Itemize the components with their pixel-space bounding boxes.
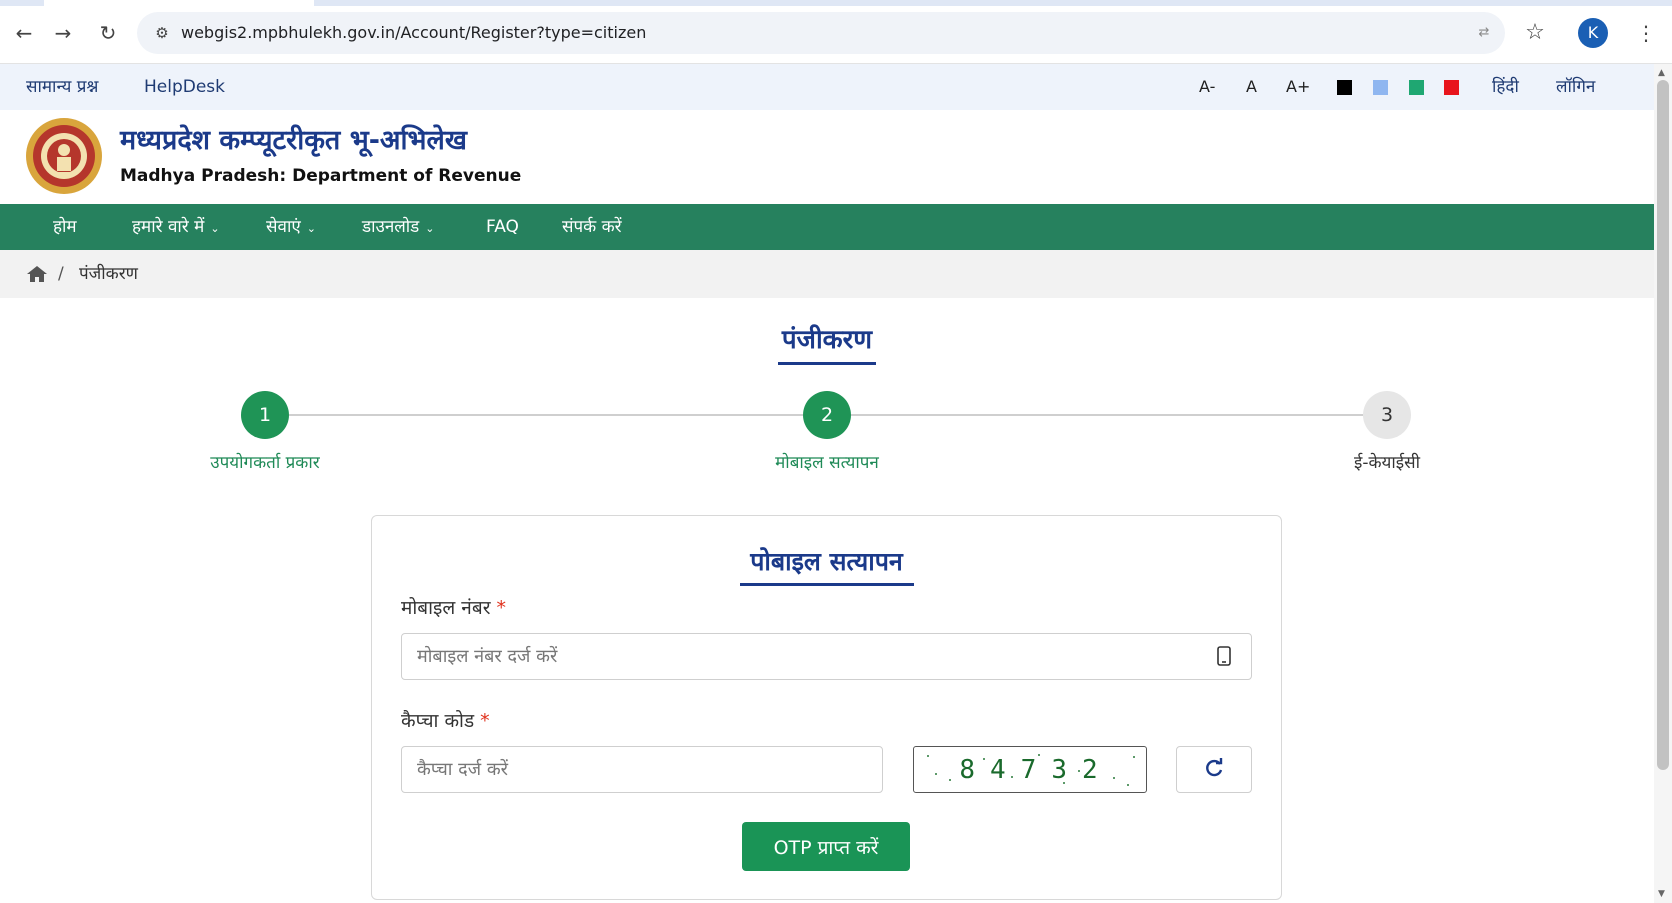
- card-title-underline: [740, 583, 914, 586]
- card-title: पोबाइल सत्यापन: [750, 547, 903, 576]
- step-2-circle: 2: [803, 391, 851, 439]
- step-3-circle: 3: [1363, 391, 1411, 439]
- scroll-up-icon[interactable]: ▲: [1658, 68, 1665, 78]
- language-toggle[interactable]: हिंदी: [1492, 64, 1519, 110]
- nav-item-faq[interactable]: FAQ: [486, 204, 519, 250]
- address-bar[interactable]: ⚙ webgis2.mpbhulekh.gov.in/Account/Regis…: [137, 12, 1505, 54]
- chevron-down-icon: ⌄: [210, 222, 220, 235]
- site-info-icon[interactable]: ⚙: [151, 22, 173, 44]
- refresh-icon: [1206, 758, 1223, 777]
- step-3-label: ई-केयाईसी: [1353, 453, 1421, 473]
- page-title-underline: [778, 362, 876, 365]
- utility-bar: सामान्य प्रश्न HelpDesk A- A A+ हिंदी लॉ…: [0, 64, 1654, 110]
- captcha-input[interactable]: [401, 746, 883, 793]
- mobile-number-label: मोबाइल नंबर *: [401, 594, 506, 620]
- stepper-connector: [289, 414, 803, 416]
- active-tab[interactable]: [44, 0, 314, 6]
- forward-arrow-icon[interactable]: →: [50, 20, 76, 46]
- phone-icon: [1217, 646, 1231, 666]
- theme-green-swatch[interactable]: [1409, 80, 1424, 95]
- nav-item-about[interactable]: हमारे वारे में ⌄: [132, 204, 220, 250]
- helpdesk-link[interactable]: HelpDesk: [144, 64, 225, 110]
- mobile-number-input[interactable]: [401, 633, 1252, 680]
- star-icon[interactable]: ☆: [1522, 20, 1548, 46]
- chevron-down-icon: ⌄: [306, 222, 316, 235]
- nav-item-services-label: सेवाएं: [266, 217, 301, 237]
- nav-item-contact[interactable]: संपर्क करें: [562, 204, 622, 250]
- profile-avatar[interactable]: K: [1578, 18, 1608, 48]
- font-increase-button[interactable]: A+: [1286, 64, 1310, 110]
- page-title: पंजीकरण: [781, 325, 873, 355]
- required-mark: *: [480, 710, 490, 732]
- captcha-label: कैप्चा कोड *: [401, 707, 490, 733]
- login-link[interactable]: लॉगिन: [1556, 64, 1595, 110]
- theme-red-swatch[interactable]: [1444, 80, 1459, 95]
- nav-item-home[interactable]: होम: [53, 204, 77, 250]
- main-navigation: होम हमारे वारे में ⌄ सेवाएं ⌄ डाउनलोड ⌄ FAQ…: [0, 204, 1654, 250]
- nav-item-downloads[interactable]: डाउनलोड ⌄: [362, 204, 435, 250]
- mobile-number-label-text: मोबाइल नंबर: [401, 597, 491, 619]
- scrollbar-thumb[interactable]: [1657, 80, 1669, 770]
- captcha-refresh-button[interactable]: [1176, 746, 1252, 793]
- breadcrumb-separator: /: [58, 264, 64, 284]
- theme-black-swatch[interactable]: [1337, 80, 1352, 95]
- chevron-down-icon: ⌄: [425, 222, 435, 235]
- nav-item-services[interactable]: सेवाएं ⌄: [266, 204, 316, 250]
- nav-item-downloads-label: डाउनलोड: [362, 217, 420, 237]
- back-arrow-icon[interactable]: ←: [11, 20, 37, 46]
- captcha-label-text: कैप्चा कोड: [401, 710, 475, 732]
- site-title-hindi: मध्यप्रदेश कम्प्यूटरीकृत भू-अभिलेख: [120, 125, 467, 156]
- breadcrumb: / पंजीकरण: [0, 250, 1654, 298]
- captcha-image: 84732: [913, 746, 1147, 793]
- url-text[interactable]: webgis2.mpbhulekh.gov.in/Account/Registe…: [181, 12, 646, 54]
- required-mark: *: [496, 597, 506, 619]
- site-header: मध्यप्रदेश कम्प्यूटरीकृत भू-अभिलेख Madhy…: [0, 110, 1654, 204]
- browser-toolbar: ← → ↻ ⚙ webgis2.mpbhulekh.gov.in/Account…: [0, 0, 1672, 64]
- reload-icon[interactable]: ↻: [95, 20, 121, 46]
- breadcrumb-current: पंजीकरण: [79, 264, 138, 284]
- font-normal-button[interactable]: A: [1246, 64, 1257, 110]
- page-scrollbar[interactable]: ▲ ▼: [1654, 64, 1672, 903]
- theme-blue-swatch[interactable]: [1373, 80, 1388, 95]
- stepper-connector: [851, 414, 1363, 416]
- kebab-menu-icon[interactable]: ⋮: [1636, 20, 1656, 46]
- mobile-verification-card: पोबाइल सत्यापन मोबाइल नंबर* कैप्चा कोड* …: [371, 515, 1282, 900]
- get-otp-button[interactable]: OTP प्राप्त करें: [742, 822, 910, 871]
- faq-link[interactable]: सामान्य प्रश्न: [26, 64, 98, 110]
- site-title-english: Madhya Pradesh: Department of Revenue: [120, 166, 522, 186]
- step-1-circle: 1: [241, 391, 289, 439]
- tab-strip: [0, 0, 1672, 6]
- captcha-code: 84732: [959, 755, 1113, 785]
- step-1-label: उपयोगकर्ता प्रकार: [210, 453, 320, 473]
- translate-icon[interactable]: ⇄: [1473, 22, 1495, 44]
- step-2-label: मोबाइल सत्यापन: [775, 453, 879, 473]
- scroll-down-icon[interactable]: ▼: [1658, 889, 1665, 899]
- font-decrease-button[interactable]: A-: [1199, 64, 1215, 110]
- nav-item-about-label: हमारे वारे में: [132, 217, 205, 237]
- home-icon[interactable]: [26, 264, 48, 284]
- mp-emblem-icon: [26, 118, 102, 194]
